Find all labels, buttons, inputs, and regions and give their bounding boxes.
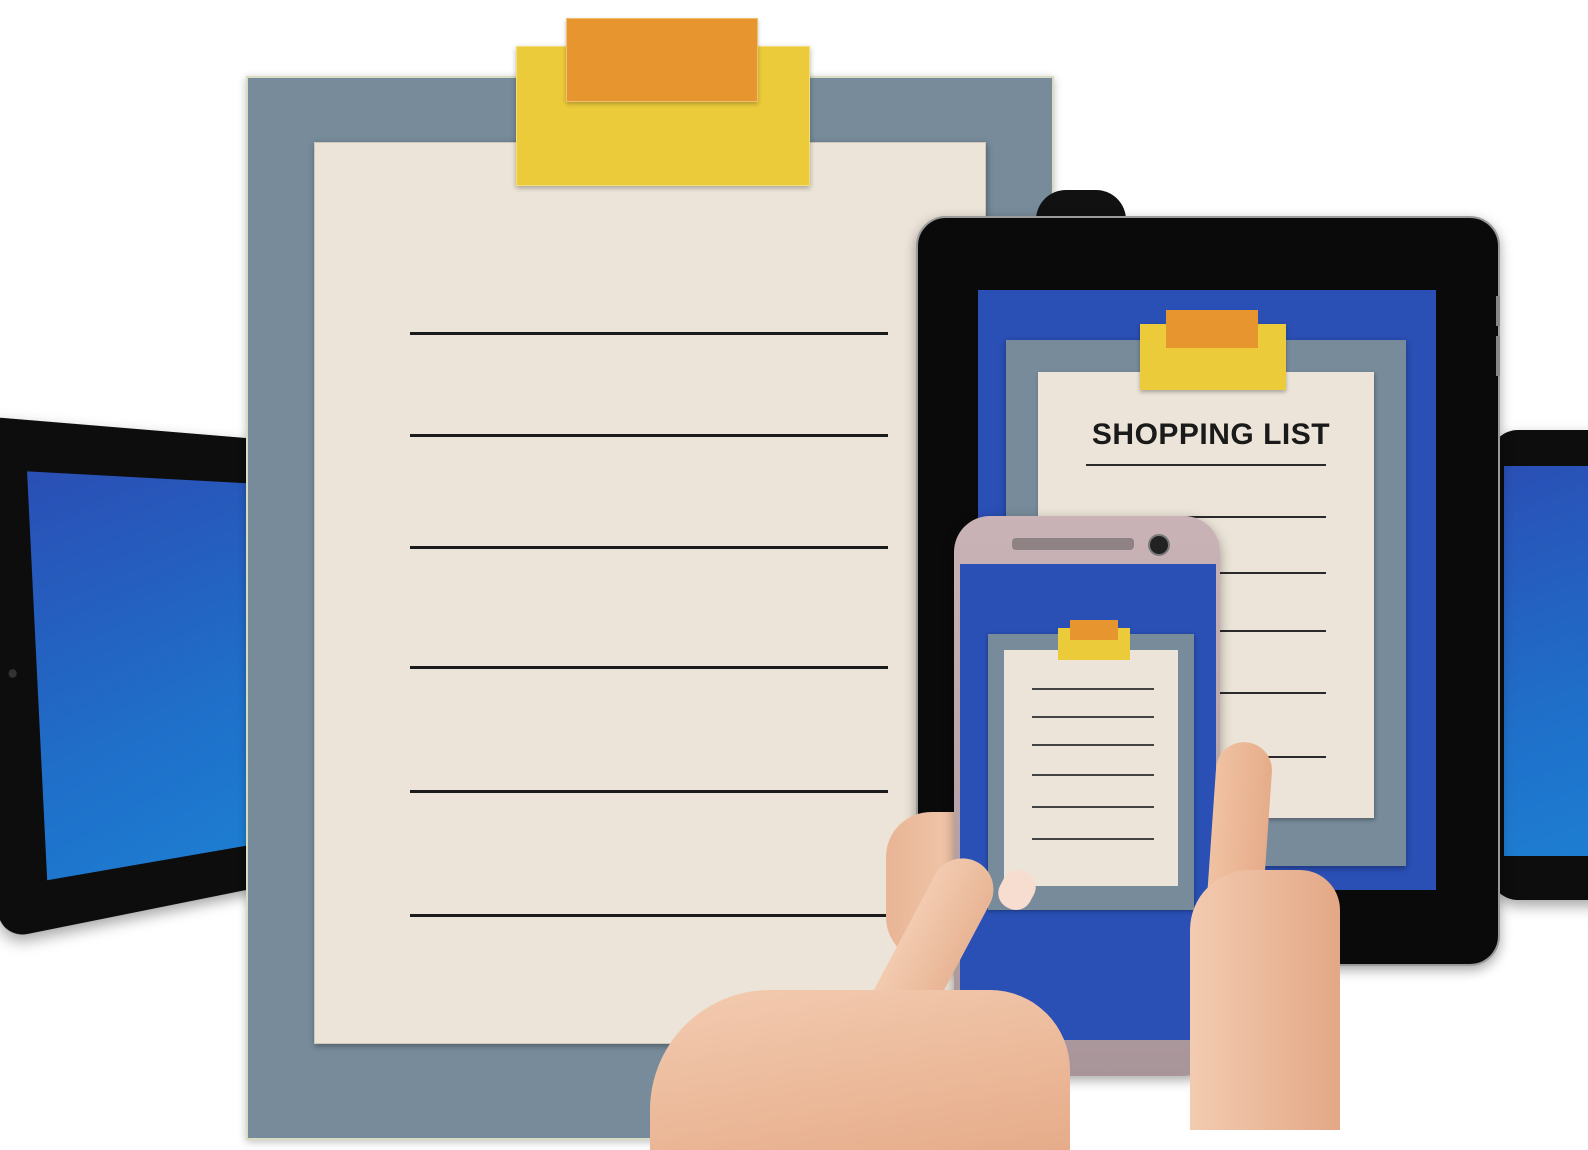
shopping-list-title: SHOPPING LIST [1038,418,1384,452]
pointing-hand [650,990,1070,1150]
clipboard-clip-top [566,18,758,102]
paper-line [410,666,888,669]
phone-list-line [1032,774,1154,776]
paper-line [410,914,888,917]
phone-list-line [1032,806,1154,808]
paper-line [410,332,888,335]
paper-line [410,434,888,437]
phone-clipboard-paper [1004,650,1178,886]
phone-list-line [1032,744,1154,746]
right-hand-palm [1190,870,1340,1130]
phone-list-line [1032,716,1154,718]
tablet-side-button [1496,336,1500,376]
tablet-side-button [1496,296,1500,326]
shopping-list-underline [1086,464,1326,466]
paper-line [410,790,888,793]
phone-speaker-grille [1012,538,1134,550]
phone-list-line [1032,688,1154,690]
phone-list-line [1032,838,1154,840]
phone-camera-icon [1148,534,1170,556]
right-tablet [1490,430,1588,900]
right-tablet-screen [1504,466,1588,856]
paper-line [410,546,888,549]
tablet-clip-top [1166,310,1258,348]
phone-clip-top [1070,620,1118,640]
